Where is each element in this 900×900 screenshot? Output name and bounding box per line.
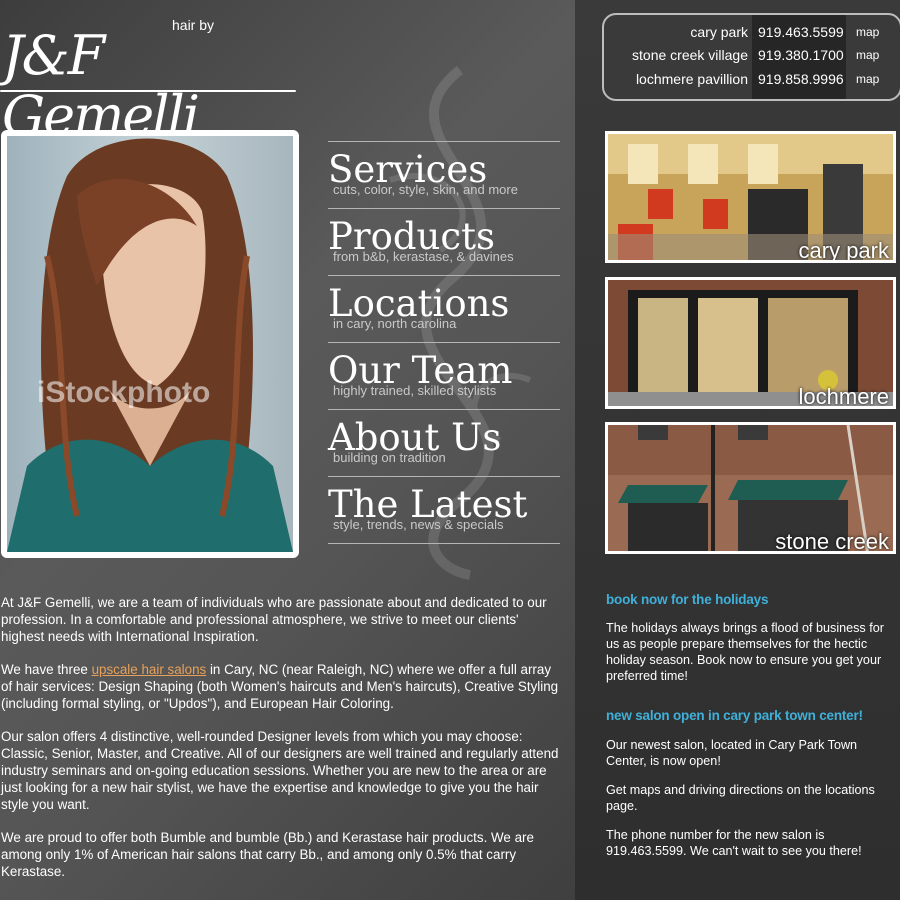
nav-item-our-team[interactable]: Our Team highly trained, skilled stylist…: [328, 342, 560, 409]
intro-paragraph: At J&F Gemelli, we are a team of individ…: [1, 595, 547, 644]
nav-subtitle: from b&b, kerastase, & davines: [333, 249, 514, 264]
location-phone: 919.858.9996: [752, 68, 846, 91]
news-sidebar: book now for the holidays The holidays a…: [606, 592, 900, 859]
nav-subtitle: highly trained, skilled stylists: [333, 383, 497, 398]
products-paragraph: We are proud to offer both Bumble and bu…: [1, 830, 534, 879]
logo-wordmark: J&F Gemelli: [2, 24, 200, 147]
map-link[interactable]: map: [856, 25, 879, 39]
location-row-lochmere: lochmere pavillion 919.858.9996 map: [604, 68, 900, 91]
thumb-stone-creek[interactable]: stone creek: [605, 422, 896, 554]
model-photo-frame: iStockphoto: [1, 130, 299, 558]
salons-text-start: We have three: [1, 662, 92, 677]
news-text: Our newest salon, located in Cary Park T…: [606, 738, 858, 768]
news-text: Get maps and driving directions on the l…: [606, 783, 875, 813]
news-heading-holidays: book now for the holidays: [606, 592, 769, 607]
location-row-cary-park: cary park 919.463.5599 map: [604, 21, 900, 44]
salon-logo[interactable]: hair by J&F Gemelli: [0, 12, 300, 146]
nav-item-locations[interactable]: Locations in cary, north carolina: [328, 275, 560, 342]
photo-watermark: iStockphoto: [37, 376, 211, 409]
thumb-label: cary park: [798, 238, 889, 263]
thumb-label: lochmere: [798, 384, 889, 409]
thumb-lochmere[interactable]: lochmere: [605, 277, 896, 409]
model-photo: iStockphoto: [7, 136, 293, 552]
location-phone: 919.463.5599: [752, 21, 846, 44]
location-name: cary park: [690, 24, 748, 40]
nav-subtitle: cuts, color, style, skin, and more: [333, 182, 518, 197]
nav-subtitle: style, trends, news & specials: [333, 517, 504, 532]
nav-item-the-latest[interactable]: The Latest style, trends, news & special…: [328, 476, 560, 544]
news-heading-new-salon: new salon open in cary park town center!: [606, 708, 863, 723]
main-content: At J&F Gemelli, we are a team of individ…: [1, 594, 561, 896]
location-phone: 919.380.1700: [752, 44, 846, 67]
location-row-stone-creek: stone creek village 919.380.1700 map: [604, 44, 900, 67]
designer-levels-paragraph: Our salon offers 4 distinctive, well-rou…: [1, 729, 559, 812]
model-illustration: [7, 138, 293, 552]
thumb-cary-park[interactable]: cary park: [605, 131, 896, 263]
nav-item-products[interactable]: Products from b&b, kerastase, & davines: [328, 208, 560, 275]
map-link[interactable]: map: [856, 48, 879, 62]
nav-subtitle: building on tradition: [333, 450, 446, 465]
map-link[interactable]: map: [856, 72, 879, 86]
locations-box: cary park 919.463.5599 map stone creek v…: [602, 13, 900, 101]
nav-subtitle: in cary, north carolina: [333, 316, 457, 331]
upscale-hair-salons-link[interactable]: upscale hair salons: [92, 662, 207, 677]
nav-item-about-us[interactable]: About Us building on tradition: [328, 409, 560, 476]
location-name: lochmere pavillion: [635, 71, 748, 87]
news-text: The phone number for the new salon is 91…: [606, 828, 862, 858]
location-name: stone creek village: [632, 47, 748, 63]
thumb-label: stone creek: [775, 529, 889, 554]
salons-paragraph: We have three upscale hair salons in Car…: [1, 661, 561, 712]
nav-item-services[interactable]: Services cuts, color, style, skin, and m…: [328, 141, 560, 208]
main-nav: Services cuts, color, style, skin, and m…: [328, 141, 560, 544]
logo-underline: [0, 90, 296, 92]
news-text: The holidays always brings a flood of bu…: [606, 621, 884, 683]
